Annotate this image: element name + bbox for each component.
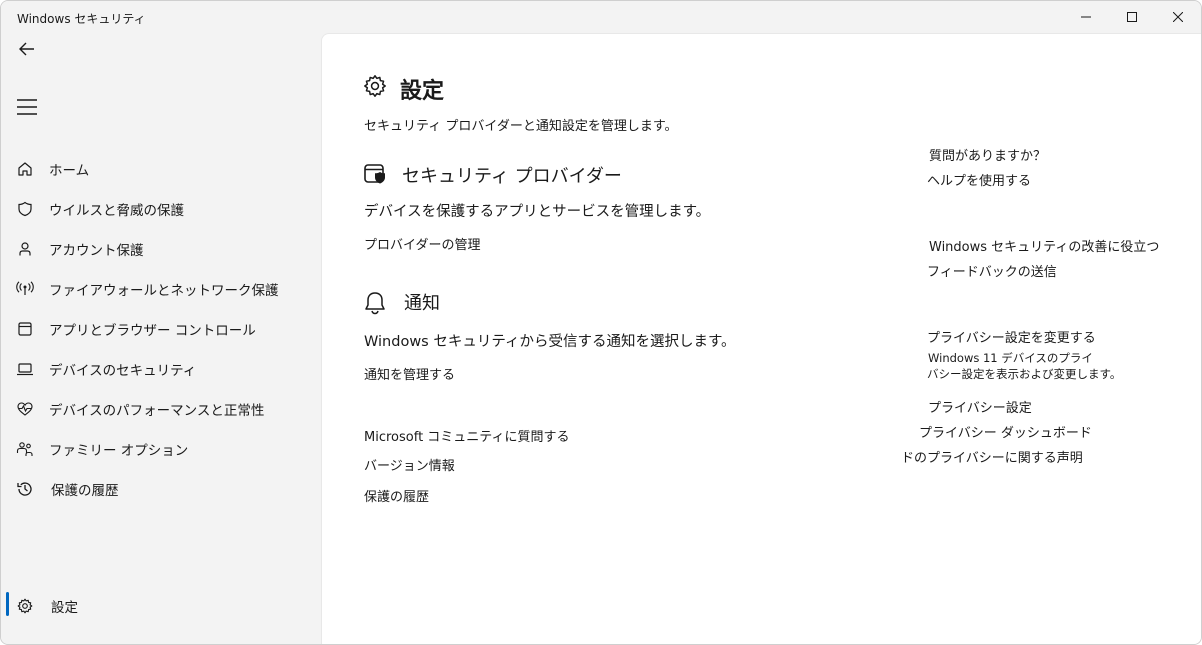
providers-description: デバイスを保護するアプリとサービスを管理します。 bbox=[364, 204, 711, 220]
notifications-section-title: 通知 bbox=[404, 293, 440, 314]
minimize-button[interactable] bbox=[1063, 1, 1109, 33]
sidebar-item-protection-history[interactable]: 保護の履歴 bbox=[5, 471, 317, 507]
manage-providers-link[interactable]: プロバイダーの管理 bbox=[364, 234, 480, 253]
maximize-icon bbox=[1127, 12, 1137, 22]
page-gear-icon bbox=[363, 74, 387, 98]
version-info-link[interactable]: バージョン情報 bbox=[364, 455, 455, 474]
privacy-settings-link[interactable]: プライバシー設定 bbox=[928, 397, 1032, 416]
sidebar-item-home[interactable]: ホーム bbox=[5, 151, 317, 187]
sidebar-item-label: アプリとブラウザー コントロール bbox=[49, 323, 256, 339]
sidebar-item-label: デバイスのセキュリティ bbox=[49, 363, 197, 379]
sidebar-item-virus-protection[interactable]: ウイルスと脅威の保護 bbox=[5, 191, 317, 227]
sidebar: ホーム ウイルスと脅威の保護 アカウント保護 ファイアウォールとネットワーク保護… bbox=[1, 33, 321, 644]
manage-notifications-link[interactable]: 通知を管理する bbox=[364, 364, 455, 383]
window-title: Windows セキュリティ bbox=[17, 12, 146, 26]
laptop-icon bbox=[11, 359, 39, 379]
sidebar-item-label: アカウント保護 bbox=[49, 243, 144, 259]
sidebar-item-settings[interactable]: 設定 bbox=[5, 588, 317, 624]
improve-heading: Windows セキュリティの改善に役立つ bbox=[929, 240, 1160, 255]
title-bar: Windows セキュリティ bbox=[1, 1, 1201, 33]
hamburger-icon bbox=[17, 99, 37, 115]
back-arrow-icon bbox=[19, 42, 35, 56]
privacy-heading: プライバシー設定を変更する bbox=[927, 331, 1096, 346]
privacy-statement-link[interactable]: ドのプライバシーに関する声明 bbox=[901, 447, 1083, 466]
browser-window-icon bbox=[11, 319, 39, 339]
hamburger-menu-button[interactable] bbox=[13, 95, 41, 119]
sidebar-item-label: 保護の履歴 bbox=[51, 483, 119, 499]
providers-section-title: セキュリティ プロバイダー bbox=[402, 166, 622, 187]
sidebar-item-label: ファイアウォールとネットワーク保護 bbox=[49, 283, 279, 299]
community-link[interactable]: Microsoft コミュニティに質問する bbox=[364, 426, 570, 445]
sidebar-item-firewall[interactable]: ファイアウォールとネットワーク保護 bbox=[5, 271, 317, 307]
privacy-description-line2: バシー設定を表示および変更します。 bbox=[927, 367, 1122, 381]
maximize-button[interactable] bbox=[1109, 1, 1155, 33]
home-icon bbox=[11, 159, 39, 179]
history-icon bbox=[11, 479, 39, 499]
sidebar-item-family-options[interactable]: ファミリー オプション bbox=[5, 431, 317, 467]
sidebar-item-label: ウイルスと脅威の保護 bbox=[49, 203, 184, 219]
sidebar-item-device-performance[interactable]: デバイスのパフォーマンスと正常性 bbox=[5, 391, 317, 427]
notifications-description: Windows セキュリティから受信する通知を選択します。 bbox=[364, 334, 736, 350]
gear-icon bbox=[11, 596, 39, 616]
family-icon bbox=[11, 439, 39, 459]
question-heading: 質問がありますか？ bbox=[929, 149, 1047, 164]
app-window: Windows セキュリティ ホーム ウイルスと脅威の保護 アカウント保護 ファ… bbox=[0, 0, 1202, 645]
antenna-icon bbox=[11, 279, 39, 299]
protection-history-link[interactable]: 保護の履歴 bbox=[364, 486, 429, 505]
page-subtitle: セキュリティ プロバイダーと通知設定を管理します。 bbox=[364, 119, 678, 134]
back-button[interactable] bbox=[13, 37, 41, 61]
main-content: 設定 セキュリティ プロバイダーと通知設定を管理します。 セキュリティ プロバイ… bbox=[321, 33, 1201, 644]
minimize-icon bbox=[1081, 12, 1091, 22]
sidebar-item-label: デバイスのパフォーマンスと正常性 bbox=[49, 403, 265, 419]
sidebar-item-account-protection[interactable]: アカウント保護 bbox=[5, 231, 317, 267]
person-icon bbox=[11, 239, 39, 259]
shield-icon bbox=[11, 199, 39, 219]
privacy-dashboard-link[interactable]: プライバシー ダッシュボード bbox=[919, 422, 1092, 441]
security-provider-icon bbox=[364, 163, 388, 185]
sidebar-item-app-browser-control[interactable]: アプリとブラウザー コントロール bbox=[5, 311, 317, 347]
close-icon bbox=[1173, 12, 1183, 22]
bell-icon bbox=[364, 291, 386, 315]
page-title: 設定 bbox=[400, 79, 445, 104]
privacy-description-line1: Windows 11 デバイスのプライ bbox=[928, 351, 1093, 365]
sidebar-item-label: ファミリー オプション bbox=[49, 443, 189, 459]
sidebar-item-device-security[interactable]: デバイスのセキュリティ bbox=[5, 351, 317, 387]
get-help-link[interactable]: ヘルプを使用する bbox=[927, 170, 1031, 189]
sidebar-item-label: ホーム bbox=[49, 163, 90, 179]
sidebar-item-label: 設定 bbox=[51, 600, 78, 616]
send-feedback-link[interactable]: フィードバックの送信 bbox=[927, 261, 1057, 280]
heart-pulse-icon bbox=[11, 399, 39, 419]
close-button[interactable] bbox=[1155, 1, 1201, 33]
